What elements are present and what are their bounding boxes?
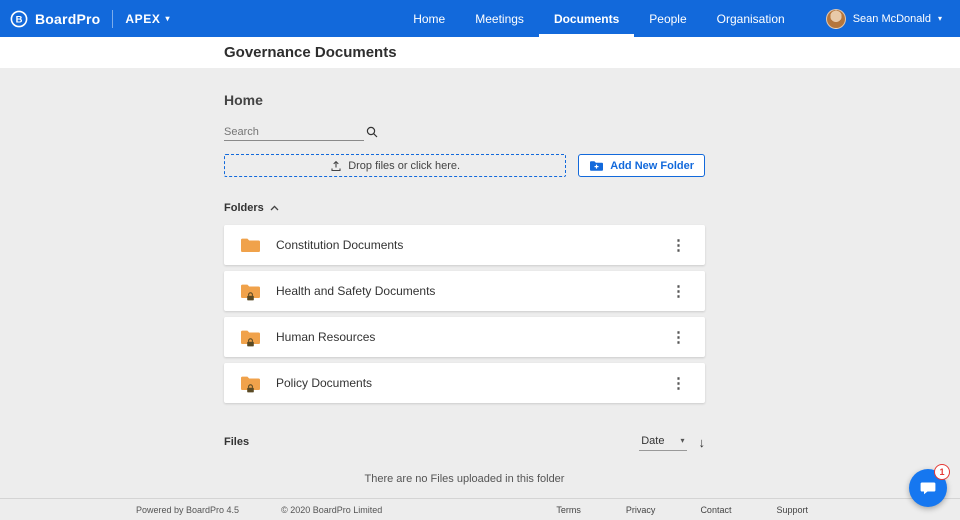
sort-by-value: Date: [641, 435, 665, 447]
folder-row-constitution-documents[interactable]: Constitution Documents ⋮: [224, 225, 705, 265]
locked-folder-icon: [240, 329, 261, 347]
file-dropzone[interactable]: Drop files or click here.: [224, 154, 567, 177]
search-field: [224, 126, 378, 141]
org-switcher[interactable]: APEX ▾: [125, 12, 170, 26]
nav-item-people[interactable]: People: [634, 0, 701, 37]
primary-nav: Home Meetings Documents People Organisat…: [398, 0, 799, 37]
add-new-folder-button[interactable]: Add New Folder: [578, 154, 705, 177]
breadcrumb: Home: [224, 92, 263, 108]
powered-by-text: Powered by BoardPro 4.5: [136, 504, 240, 515]
search-input[interactable]: [224, 126, 366, 138]
folder-list: Constitution Documents ⋮ Health and Safe…: [224, 225, 705, 403]
upload-icon: [330, 160, 342, 172]
footer-link-privacy[interactable]: Privacy: [626, 505, 656, 515]
chevron-down-icon: ▾: [937, 13, 942, 23]
folder-icon: [240, 237, 261, 253]
nav-item-organisation[interactable]: Organisation: [702, 0, 800, 37]
svg-text:B: B: [16, 14, 23, 25]
dropzone-label: Drop files or click here.: [348, 159, 461, 172]
main-content: Home Drop files or click here.: [224, 92, 705, 485]
navbar-separator: [112, 9, 114, 28]
search-icon[interactable]: [366, 126, 378, 138]
locked-folder-icon: [240, 375, 261, 393]
user-menu[interactable]: Sean McDonald ▾: [825, 8, 942, 29]
chat-unread-badge: 1: [934, 464, 950, 480]
footer-link-support[interactable]: Support: [776, 505, 808, 515]
copyright-text: © 2020 BoardPro Limited: [281, 504, 383, 515]
chevron-up-icon[interactable]: [270, 205, 279, 211]
nav-item-documents[interactable]: Documents: [538, 0, 635, 37]
kebab-menu-icon[interactable]: ⋮: [666, 282, 691, 301]
org-name: APEX: [125, 11, 161, 26]
folder-name: Health and Safety Documents: [276, 284, 436, 298]
brand-group[interactable]: B BoardPro: [10, 10, 100, 28]
brand-name: BoardPro: [35, 10, 101, 27]
sort-by-select[interactable]: Date ▾: [639, 433, 687, 451]
add-folder-label: Add New Folder: [610, 159, 694, 172]
avatar: [825, 8, 846, 29]
chevron-down-icon: ▾: [680, 436, 685, 445]
locked-folder-icon: [240, 283, 261, 301]
user-name: Sean McDonald: [852, 12, 931, 25]
lock-icon: [246, 334, 255, 352]
empty-files-message: There are no Files uploaded in this fold…: [364, 473, 565, 485]
nav-item-meetings[interactable]: Meetings: [460, 0, 539, 37]
lock-icon: [246, 288, 255, 306]
folder-plus-icon: [589, 160, 604, 172]
kebab-menu-icon[interactable]: ⋮: [666, 374, 691, 393]
top-navbar: B BoardPro APEX ▾ Home Meetings Document…: [0, 0, 960, 37]
footer: Powered by BoardPro 4.5 © 2020 BoardPro …: [0, 498, 960, 520]
lock-icon: [246, 380, 255, 398]
folder-name: Human Resources: [276, 330, 376, 344]
folder-row-human-resources[interactable]: Human Resources ⋮: [224, 317, 705, 357]
chat-bubble-icon: [919, 479, 937, 497]
folder-row-health-and-safety[interactable]: Health and Safety Documents ⋮: [224, 271, 705, 311]
chevron-down-icon: ▾: [165, 13, 171, 23]
boardpro-logo-icon: B: [10, 10, 28, 28]
footer-link-terms[interactable]: Terms: [556, 505, 581, 515]
kebab-menu-icon[interactable]: ⋮: [666, 236, 691, 255]
footer-link-contact[interactable]: Contact: [700, 505, 731, 515]
sort-direction-icon[interactable]: ↓: [699, 436, 706, 449]
page-title: Governance Documents: [224, 44, 397, 61]
nav-item-home[interactable]: Home: [398, 0, 460, 37]
chat-launcher-button[interactable]: 1: [909, 464, 950, 507]
folder-name: Policy Documents: [276, 376, 373, 390]
folders-section-label: Folders: [224, 202, 264, 214]
title-strip: Governance Documents: [0, 37, 960, 68]
files-section-label: Files: [224, 436, 250, 448]
kebab-menu-icon[interactable]: ⋮: [666, 328, 691, 347]
folder-row-policy-documents[interactable]: Policy Documents ⋮: [224, 363, 705, 403]
folder-name: Constitution Documents: [276, 238, 404, 252]
